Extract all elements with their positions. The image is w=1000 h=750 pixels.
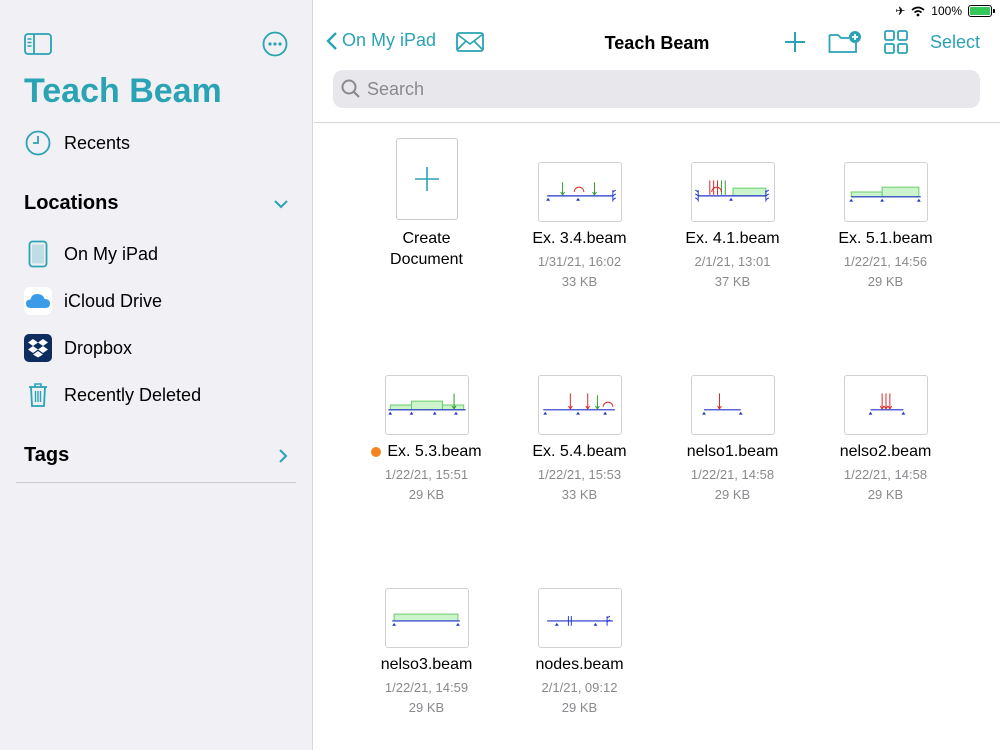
sidebar-title: Teach Beam [24,72,222,110]
sidebar-item-icloud-drive[interactable]: iCloud Drive [24,287,162,315]
create-document-item[interactable]: Create Document [350,138,503,351]
beam-thumbnail [843,375,928,435]
file-grid: Create Document Ex. 3.4.beam 1/31/21, 16… [350,138,962,750]
file-date: 1/22/21, 14:58 [843,467,928,482]
file-date: 1/22/21, 15:51 [384,467,469,482]
dropbox-icon [24,334,52,362]
airplane-icon: ✈ [895,4,906,18]
trash-icon [24,381,52,409]
file-name: nodes.beam [535,656,624,673]
file-date: 1/22/21, 15:53 [537,467,622,482]
wifi-icon [911,6,925,16]
sidebar-item-label: Recently Deleted [64,384,202,405]
search-icon [341,79,360,98]
file-item[interactable]: Ex. 5.1.beam 1/22/21, 14:56 29 KB [809,138,962,351]
file-name: nelso1.beam [686,443,779,460]
file-size: 29 KB [408,487,445,502]
beam-thumbnail [537,588,622,648]
file-item[interactable]: nelso2.beam 1/22/21, 14:58 29 KB [809,351,962,564]
beam-thumbnail [384,588,469,648]
header-divider [314,122,1000,123]
more-options-icon[interactable] [262,31,288,57]
grid-view-icon[interactable] [884,30,908,54]
file-item[interactable]: nelso3.beam 1/22/21, 14:59 29 KB [350,564,503,750]
file-date: 1/22/21, 14:56 [843,254,928,269]
file-item[interactable]: nelso1.beam 1/22/21, 14:58 29 KB [656,351,809,564]
file-date: 1/22/21, 14:59 [384,680,469,695]
chevron-right-icon [279,448,288,463]
file-size: 33 KB [561,487,598,502]
file-name: Ex. 5.3.beam [387,443,482,460]
beam-thumbnail [384,375,469,435]
file-item[interactable]: Ex. 5.3.beam 1/22/21, 15:51 29 KB [350,351,503,564]
back-button[interactable]: On My iPad [326,30,436,51]
beam-thumbnail [537,162,622,222]
create-document-label: Create Document [390,230,463,268]
file-size: 29 KB [867,274,904,289]
sidebar-item-label: Recents [64,132,131,153]
file-name: Ex. 5.1.beam [838,230,933,247]
sidebar: Teach Beam Recents Locations On My iPad … [0,0,313,750]
section-title: Locations [24,192,119,214]
battery-percent: 100% [931,4,962,18]
create-document-thumbnail[interactable] [395,138,458,220]
file-date: 2/1/21, 13:01 [694,254,771,269]
file-size: 29 KB [867,487,904,502]
ipad-icon [24,240,52,268]
file-name: nelso2.beam [839,443,932,460]
file-size: 37 KB [714,274,751,289]
section-title: Tags [24,444,70,466]
file-date: 1/31/21, 16:02 [537,254,622,269]
file-size: 29 KB [408,700,445,715]
sidebar-item-on-my-ipad[interactable]: On My iPad [24,240,158,268]
file-date: 2/1/21, 09:12 [541,680,618,695]
battery-icon [968,5,995,17]
select-button[interactable]: Select [930,32,980,53]
beam-thumbnail [537,375,622,435]
file-item[interactable]: nodes.beam 2/1/21, 09:12 29 KB [503,564,656,750]
chevron-left-icon [326,31,337,50]
file-item[interactable]: Ex. 5.4.beam 1/22/21, 15:53 33 KB [503,351,656,564]
file-name: Ex. 4.1.beam [685,230,780,247]
file-name: Ex. 3.4.beam [532,230,627,247]
beam-thumbnail [843,162,928,222]
sidebar-item-label: Dropbox [64,337,133,358]
file-name: Ex. 5.4.beam [532,443,627,460]
navigation-bar: On My iPad Teach Beam Select [314,26,1000,60]
add-icon[interactable] [784,31,806,53]
search-bar[interactable] [333,70,980,108]
locations-section-header[interactable]: Locations [24,192,288,215]
beam-thumbnail [690,162,775,222]
file-size: 29 KB [561,700,598,715]
file-item[interactable]: Ex. 4.1.beam 2/1/21, 13:01 37 KB [656,138,809,351]
sidebar-item-dropbox[interactable]: Dropbox [24,334,132,362]
sidebar-item-label: iCloud Drive [64,290,163,311]
status-bar: ✈ 100% [700,0,1000,22]
file-name: nelso3.beam [380,656,473,673]
file-size: 33 KB [561,274,598,289]
sidebar-item-recently-deleted[interactable]: Recently Deleted [24,381,201,409]
file-size: 29 KB [714,487,751,502]
sidebar-item-recents[interactable]: Recents [24,129,130,157]
tag-indicator [371,447,382,457]
clock-icon [24,129,52,157]
new-folder-icon[interactable] [828,30,862,54]
chevron-down-icon [274,199,288,208]
plus-icon [414,167,439,191]
envelope-icon[interactable] [456,32,484,52]
back-button-label: On My iPad [342,30,437,50]
sidebar-toggle-icon[interactable] [24,33,52,55]
sidebar-item-label: On My iPad [64,243,159,264]
file-date: 1/22/21, 14:58 [690,467,775,482]
search-input[interactable] [367,78,927,100]
sidebar-divider [16,482,296,483]
icloud-icon [24,287,52,315]
beam-thumbnail [690,375,775,435]
tags-section-header[interactable]: Tags [24,444,288,467]
main-content: On My iPad Teach Beam Select Create Docu… [314,0,1000,750]
file-item[interactable]: Ex. 3.4.beam 1/31/21, 16:02 33 KB [503,138,656,351]
